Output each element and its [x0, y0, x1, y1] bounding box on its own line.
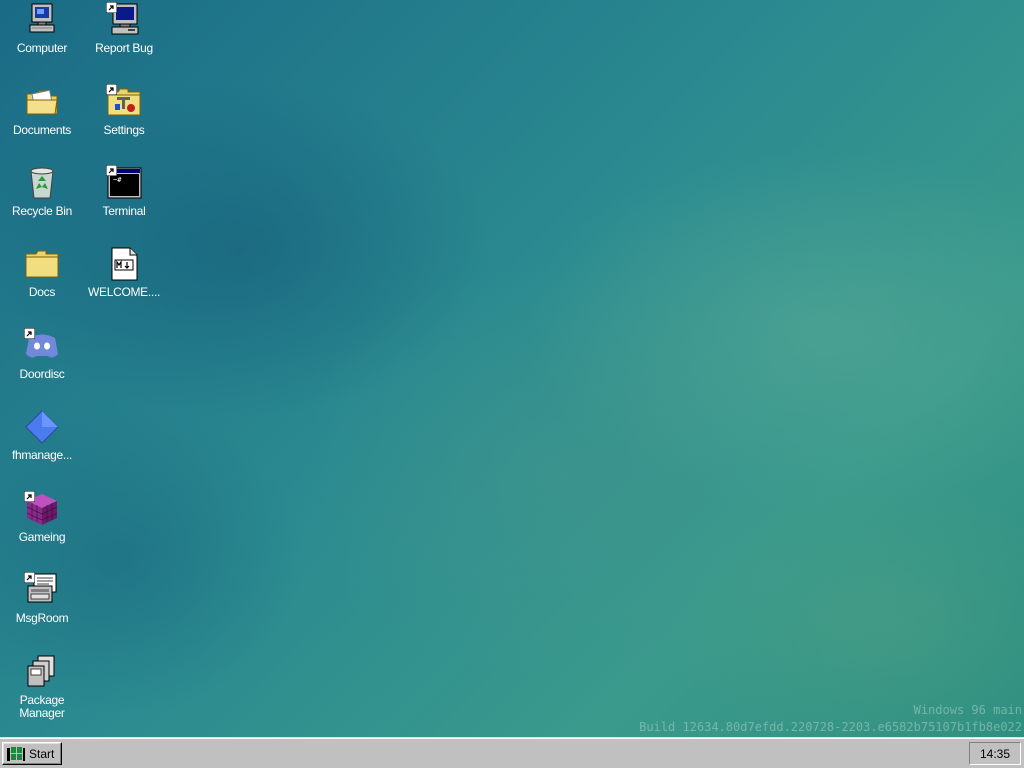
purple-cube-icon — [24, 491, 60, 527]
doordisc-icon — [24, 328, 60, 364]
recycle-bin-icon — [24, 165, 60, 201]
report-bug-icon — [106, 2, 142, 38]
settings-folder-icon — [106, 84, 142, 120]
desktop-icon-docs[interactable]: Docs — [1, 244, 83, 322]
shortcut-arrow-icon — [106, 84, 117, 95]
desktop-icon-welcome[interactable]: WELCOME.... — [83, 244, 165, 322]
clock[interactable]: 14:35 — [980, 747, 1010, 761]
start-button[interactable]: Start — [2, 742, 62, 765]
start-logo-icon — [7, 746, 25, 761]
msgroom-icon — [24, 572, 60, 608]
build-info: Windows 96 main Build 12634.80d7efdd.220… — [639, 702, 1022, 736]
icon-label: fhmanage... — [11, 448, 73, 462]
documents-folder-icon — [24, 84, 60, 120]
icon-label: Report Bug — [95, 41, 153, 55]
desktop-icon-terminal[interactable]: ~# Terminal — [83, 163, 165, 241]
icon-label: MsgRoom — [15, 611, 69, 625]
shortcut-arrow-icon — [106, 165, 117, 176]
icon-label: Recycle Bin — [11, 204, 73, 218]
icon-label: WELCOME.... — [87, 285, 161, 299]
blue-diamond-icon — [24, 409, 60, 445]
desktop[interactable]: Computer Documents Recycle Bin Docs Door… — [0, 0, 1024, 737]
build-version: Build 12634.80d7efdd.220728-2203.e6582b7… — [639, 720, 1022, 734]
icon-label: Computer — [16, 41, 68, 55]
desktop-icon-documents[interactable]: Documents — [1, 82, 83, 160]
desktop-icon-recycle-bin[interactable]: Recycle Bin — [1, 163, 83, 241]
package-manager-icon — [24, 654, 60, 690]
shortcut-arrow-icon — [24, 328, 35, 339]
icon-label: Terminal — [102, 204, 146, 218]
desktop-icon-computer[interactable]: Computer — [1, 0, 83, 78]
desktop-icon-fhmanager[interactable]: fhmanage... — [1, 407, 83, 485]
system-tray: 14:35 — [969, 742, 1021, 765]
desktop-icon-doordisc[interactable]: Doordisc — [1, 326, 83, 404]
desktop-icon-msgroom[interactable]: MsgRoom — [1, 570, 83, 648]
icon-label: Docs — [28, 285, 56, 299]
shortcut-arrow-icon — [106, 2, 117, 13]
svg-text:~#: ~# — [113, 176, 122, 184]
icon-label: Doordisc — [19, 367, 65, 381]
icon-label: Settings — [103, 123, 145, 137]
folder-icon — [24, 246, 60, 282]
desktop-icon-report-bug[interactable]: Report Bug — [83, 0, 165, 78]
desktop-icon-settings[interactable]: Settings — [83, 82, 165, 160]
icon-label: Package Manager — [19, 693, 65, 720]
start-label: Start — [29, 746, 55, 761]
desktop-icon-package-manager[interactable]: Package Manager — [1, 652, 83, 730]
shortcut-arrow-icon — [24, 572, 35, 583]
markdown-file-icon — [106, 246, 142, 282]
terminal-icon: ~# — [106, 165, 142, 201]
shortcut-arrow-icon — [24, 491, 35, 502]
taskbar: Start 14:35 — [0, 737, 1024, 768]
icon-label: Documents — [13, 123, 71, 137]
computer-icon — [24, 2, 60, 38]
build-os-name: Windows 96 main — [913, 703, 1022, 717]
icon-label: Gameing — [18, 530, 66, 544]
desktop-icon-gameing[interactable]: Gameing — [1, 489, 83, 567]
